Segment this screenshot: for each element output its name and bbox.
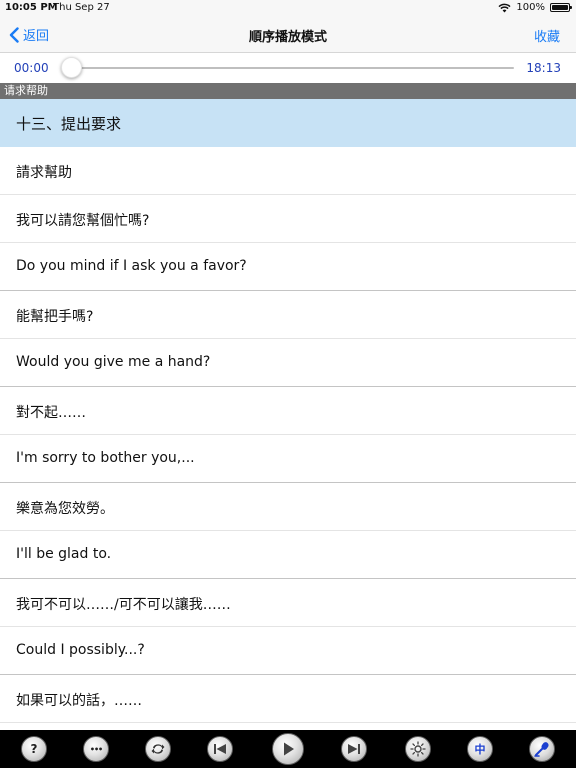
microphone-glyph [534,742,549,757]
list-item-text: I'll be glad to. [16,546,112,562]
navigation-bar: 返回 順序播放模式 收藏 [0,16,576,53]
favorite-button[interactable]: 收藏 [534,26,560,45]
slider-thumb[interactable] [61,57,82,78]
previous-icon[interactable] [207,736,233,762]
status-right: 100% [498,2,572,13]
play-glyph [284,742,294,756]
list-item[interactable]: Do you mind if I ask you a favor? [0,243,576,291]
list-item[interactable]: 能幫把手嗎? [0,291,576,339]
list-item-text: 對不起…… [16,405,86,421]
next-icon[interactable] [341,736,367,762]
list-item[interactable]: 如果可以的話，…… [0,675,576,723]
repeat-glyph [151,744,165,754]
list-item[interactable]: 請求幫助 [0,147,576,195]
brightness-icon[interactable] [405,736,431,762]
list-item[interactable]: I'm sorry to bother you,... [0,435,576,483]
play-icon[interactable] [272,733,304,765]
list-item-text: 請求幫助 [16,165,72,181]
list-item-text: 能幫把手嗎? [16,309,94,325]
chinese-symbol: 中 [474,743,486,756]
record-icon[interactable] [529,736,555,762]
playback-progress: 00:00 18:13 [0,53,576,83]
battery-icon [550,3,572,12]
section-header: 请求帮助 [0,83,576,99]
more-icon[interactable]: ••• [83,736,109,762]
help-symbol: ? [30,742,38,756]
phrase-list: 十三、提出要求 請求幫助 我可以請您幫個忙嗎? Do you mind if I… [0,99,576,730]
brightness-glyph [410,741,426,757]
list-item[interactable]: 我可以請您幫個忙嗎? [0,195,576,243]
list-item-selected[interactable]: 十三、提出要求 [0,99,576,147]
more-symbol: ••• [89,744,103,754]
next-glyph [348,744,360,754]
list-item[interactable]: I'll be glad to. [0,531,576,579]
list-item-text: 我可不可以……/可不可以讓我…… [16,597,231,613]
previous-glyph [214,744,226,754]
list-item[interactable]: 我可不可以……/可不可以讓我…… [0,579,576,627]
list-item-text: 我可以請您幫個忙嗎? [16,213,150,229]
list-item-text: 樂意為您效勞。 [16,501,114,517]
progress-slider[interactable] [62,67,514,69]
list-item[interactable]: Could I possibly...? [0,627,576,675]
list-item[interactable]: 對不起…… [0,387,576,435]
page-title: 順序播放模式 [248,30,327,45]
list-item-text: Would you give me a hand? [16,354,211,370]
list-item-text: 如果可以的話，…… [16,693,142,709]
status-date: Thu Sep 27 [53,2,110,13]
wifi-icon [498,3,511,12]
list-item-text: I'm sorry to bother you,... [16,450,195,466]
list-item[interactable]: Would you give me a hand? [0,339,576,387]
current-time: 00:00 [14,61,49,75]
list-item-text: Do you mind if I ask you a favor? [16,258,247,274]
list-item[interactable]: 樂意為您效勞。 [0,483,576,531]
total-time: 18:13 [526,61,561,75]
list-item-text: 十三、提出要求 [16,115,122,133]
chinese-mode-icon[interactable]: 中 [467,736,493,762]
status-bar: 10:05 PM Thu Sep 27 100% [0,0,576,16]
repeat-icon[interactable] [145,736,171,762]
status-time: 10:05 PM [5,2,58,13]
help-icon[interactable]: ? [21,736,47,762]
bottom-toolbar: ? ••• 中 [0,730,576,768]
battery-percent: 100% [516,2,545,13]
list-item-text: Could I possibly...? [16,642,145,658]
